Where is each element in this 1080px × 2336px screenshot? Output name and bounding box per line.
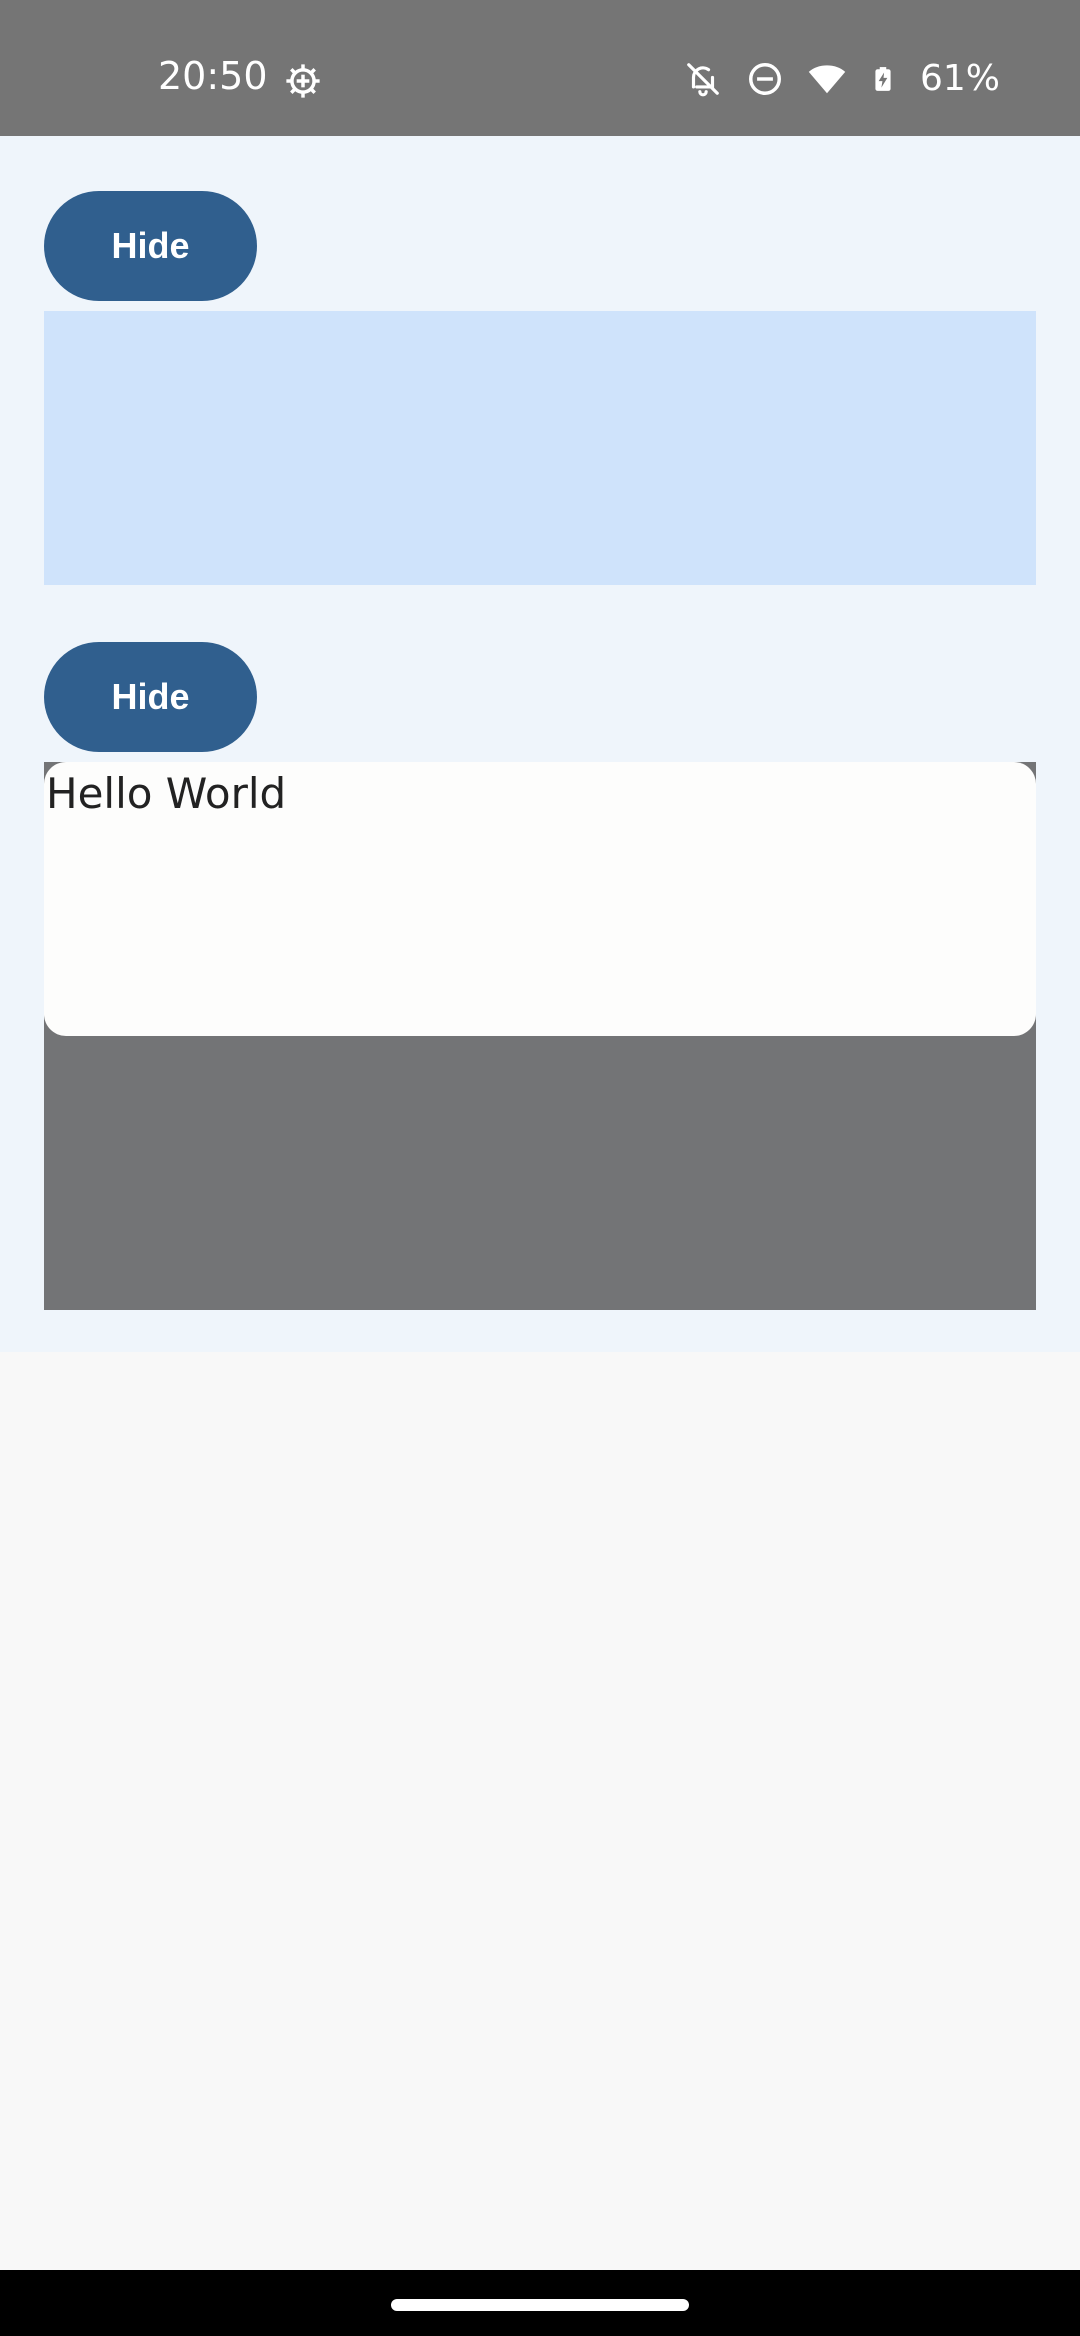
home-gesture-handle[interactable] <box>391 2299 689 2311</box>
blue-panel <box>44 311 1036 585</box>
wifi-icon <box>808 65 846 94</box>
notifications-off-icon <box>687 63 719 97</box>
navigation-bar <box>0 2270 1080 2336</box>
settings-icon <box>286 64 320 98</box>
card-text: Hello World <box>46 769 287 818</box>
hide-button-1[interactable]: Hide <box>44 191 257 301</box>
do-not-disturb-icon <box>748 63 781 95</box>
battery-percentage: 61% <box>919 58 1000 99</box>
main-content: Hide Hide Hello World <box>0 136 1080 1352</box>
status-time: 20:50 <box>158 54 268 98</box>
hello-card: Hello World <box>44 762 1036 1036</box>
hide-button-2[interactable]: Hide <box>44 642 257 752</box>
battery-charging-icon <box>875 67 891 91</box>
status-bar: 20:50 61% <box>0 0 1080 136</box>
status-icons: 61% <box>684 58 1000 100</box>
